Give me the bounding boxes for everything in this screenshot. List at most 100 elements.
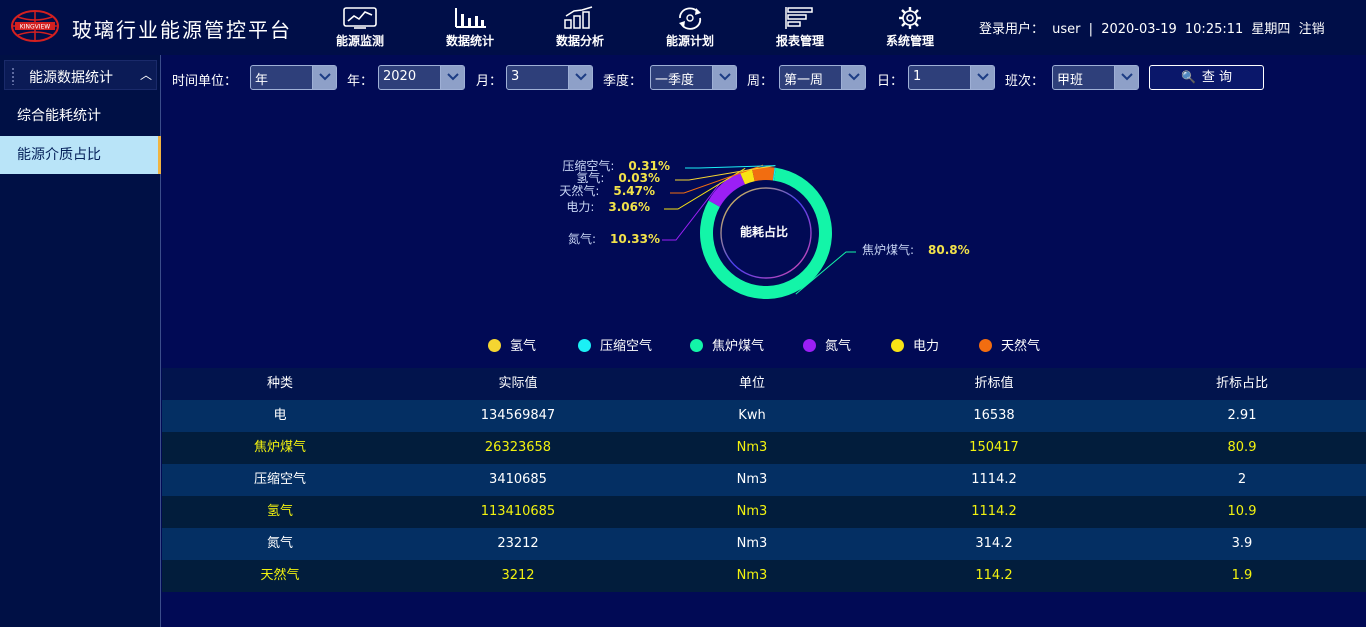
nav-data-statistics[interactable]: 数据统计 bbox=[430, 4, 510, 52]
slice-label: 电力: 3.06% bbox=[566, 200, 650, 214]
time-unit-select[interactable]: 年 bbox=[250, 65, 337, 90]
grip-icon bbox=[11, 67, 15, 85]
table-cell: 23212 bbox=[497, 536, 539, 551]
table-cell: 3.9 bbox=[1231, 536, 1253, 551]
nav-label: 能源监测 bbox=[335, 34, 384, 48]
select-value: 第一周 bbox=[784, 73, 824, 88]
select-value: 一季度 bbox=[655, 73, 695, 88]
kingview-logo: KINGVIEW bbox=[10, 9, 60, 43]
logo-text: KINGVIEW bbox=[20, 24, 51, 31]
nav-energy-plan[interactable]: 能源计划 bbox=[650, 4, 730, 52]
logout-link[interactable]: 注销 bbox=[1299, 22, 1325, 37]
table-cell: 2.91 bbox=[1227, 408, 1257, 423]
table-row[interactable]: 氮气 23212 Nm3 314.2 3.9 bbox=[162, 528, 1366, 560]
current-time: 10:25:11 bbox=[1184, 22, 1244, 37]
table-cell: 1.9 bbox=[1231, 568, 1253, 583]
table-cell: 氮气 bbox=[266, 536, 293, 551]
table-cell: 3212 bbox=[501, 568, 535, 583]
chevron-down-icon bbox=[970, 66, 994, 89]
nav-report-management[interactable]: 报表管理 bbox=[760, 4, 840, 52]
current-weekday: 星期四 bbox=[1251, 22, 1291, 37]
bar-chart-icon bbox=[455, 8, 486, 28]
table-cell: 150417 bbox=[969, 440, 1019, 455]
table-row[interactable]: 天然气 3212 Nm3 114.2 1.9 bbox=[162, 560, 1366, 592]
chart-center-label: 能耗占比 bbox=[740, 224, 788, 239]
sidebar-section-title: 能源数据统计 bbox=[29, 70, 113, 86]
column-header: 折标占比 bbox=[1215, 376, 1268, 391]
slice-label: 氮气: 10.33% bbox=[568, 231, 660, 246]
table-header-row: 种类 实际值 单位 折标值 折标占比 bbox=[162, 368, 1366, 400]
legend-swatch bbox=[803, 339, 816, 352]
legend-label: 焦炉煤气 bbox=[712, 339, 765, 354]
nav-label: 能源计划 bbox=[665, 34, 714, 48]
year-label: 年： bbox=[347, 74, 374, 89]
table-row[interactable]: 压缩空气 3410685 Nm3 1114.2 2 bbox=[162, 464, 1366, 496]
legend-swatch bbox=[488, 339, 501, 352]
sidebar-section-header[interactable]: 能源数据统计 ︿ bbox=[4, 60, 157, 90]
legend-item[interactable]: 焦炉煤气 bbox=[690, 335, 765, 354]
week-select[interactable]: 第一周 bbox=[779, 65, 866, 90]
select-value: 甲班 bbox=[1057, 73, 1084, 88]
table-cell: 80.9 bbox=[1227, 440, 1257, 455]
select-value: 1 bbox=[913, 69, 922, 84]
shift-select[interactable]: 甲班 bbox=[1052, 65, 1139, 90]
legend-item[interactable]: 氢气 bbox=[488, 335, 537, 354]
current-date: 2020-03-19 bbox=[1101, 22, 1177, 37]
table-cell: Nm3 bbox=[736, 568, 768, 583]
table-cell: 10.9 bbox=[1227, 504, 1257, 519]
select-value: 年 bbox=[255, 73, 269, 88]
table-cell: 3410685 bbox=[489, 472, 547, 487]
separator: | bbox=[1088, 22, 1094, 37]
nav-system-management[interactable]: 系统管理 bbox=[870, 4, 950, 52]
nav-label: 数据统计 bbox=[445, 34, 494, 48]
shift-label: 班次： bbox=[1005, 74, 1045, 89]
table-cell: 314.2 bbox=[975, 536, 1013, 551]
chevron-down-icon bbox=[440, 66, 464, 89]
nav-label: 数据分析 bbox=[555, 34, 604, 48]
sidebar-item-energy-ratio[interactable]: 能源介质占比 bbox=[0, 136, 161, 174]
energy-table: 种类 实际值 单位 折标值 折标占比 电 134569847 Kwh 16538 2.9… bbox=[162, 368, 1366, 592]
month-select[interactable]: 3 bbox=[506, 65, 593, 90]
user-label: 登录用户： bbox=[979, 22, 1045, 37]
search-icon: 🔍 bbox=[1180, 70, 1196, 84]
sidebar-item-label: 综合能耗统计 bbox=[17, 108, 101, 124]
user-name: user bbox=[1052, 22, 1081, 37]
table-row[interactable]: 焦炉煤气 26323658 Nm3 150417 80.9 bbox=[162, 432, 1366, 464]
legend-label: 氢气 bbox=[510, 339, 537, 354]
line-chart-icon bbox=[343, 7, 377, 29]
nav-data-analysis[interactable]: 数据分析 bbox=[540, 4, 620, 52]
slice-label: 压缩空气: 0.31% bbox=[562, 158, 670, 173]
legend-swatch bbox=[979, 339, 992, 352]
quarter-select[interactable]: 一季度 bbox=[650, 65, 737, 90]
slice-label: 焦炉煤气: 80.8% bbox=[862, 242, 970, 257]
sidebar-item-energy-stats[interactable]: 综合能耗统计 bbox=[0, 97, 161, 135]
legend-item[interactable]: 电力 bbox=[891, 335, 939, 354]
table-cell: 电 bbox=[273, 408, 287, 423]
table-cell: 26323658 bbox=[484, 440, 552, 455]
donut-chart-svg: 能耗占比 焦炉煤气: 80.8% 氮气: 10.33% 电力: 3.06% 天然气: 5.47… bbox=[559, 158, 970, 299]
chevron-down-icon bbox=[568, 66, 592, 89]
table-row[interactable]: 电 134569847 Kwh 16538 2.91 bbox=[162, 400, 1366, 432]
year-select[interactable]: 2020 bbox=[378, 65, 465, 90]
table-cell: 天然气 bbox=[260, 568, 300, 583]
growth-chart-icon bbox=[564, 6, 593, 29]
table-cell: Nm3 bbox=[736, 472, 768, 487]
day-select[interactable]: 1 bbox=[908, 65, 995, 90]
legend-item[interactable]: 压缩空气 bbox=[578, 335, 652, 354]
table-cell: 氢气 bbox=[266, 504, 293, 519]
table-cell: Nm3 bbox=[736, 440, 768, 455]
query-button[interactable]: 🔍 查 询 bbox=[1149, 65, 1264, 90]
legend-item[interactable]: 天然气 bbox=[979, 335, 1040, 354]
nav-energy-monitor[interactable]: 能源监测 bbox=[320, 4, 400, 52]
quarter-label: 季度： bbox=[603, 74, 643, 89]
day-label: 日： bbox=[877, 74, 904, 89]
legend-swatch bbox=[578, 339, 591, 352]
select-value: 3 bbox=[511, 69, 520, 84]
legend-item[interactable]: 氮气 bbox=[803, 335, 851, 354]
table-cell: 134569847 bbox=[480, 408, 556, 423]
select-value: 2020 bbox=[383, 69, 417, 84]
table-cell: 1114.2 bbox=[971, 504, 1017, 519]
app-title: 玻璃行业能源管控平台 bbox=[72, 18, 292, 42]
chevron-up-icon[interactable]: ︿ bbox=[140, 66, 152, 83]
table-row[interactable]: 氢气 113410685 Nm3 1114.2 10.9 bbox=[162, 496, 1366, 528]
